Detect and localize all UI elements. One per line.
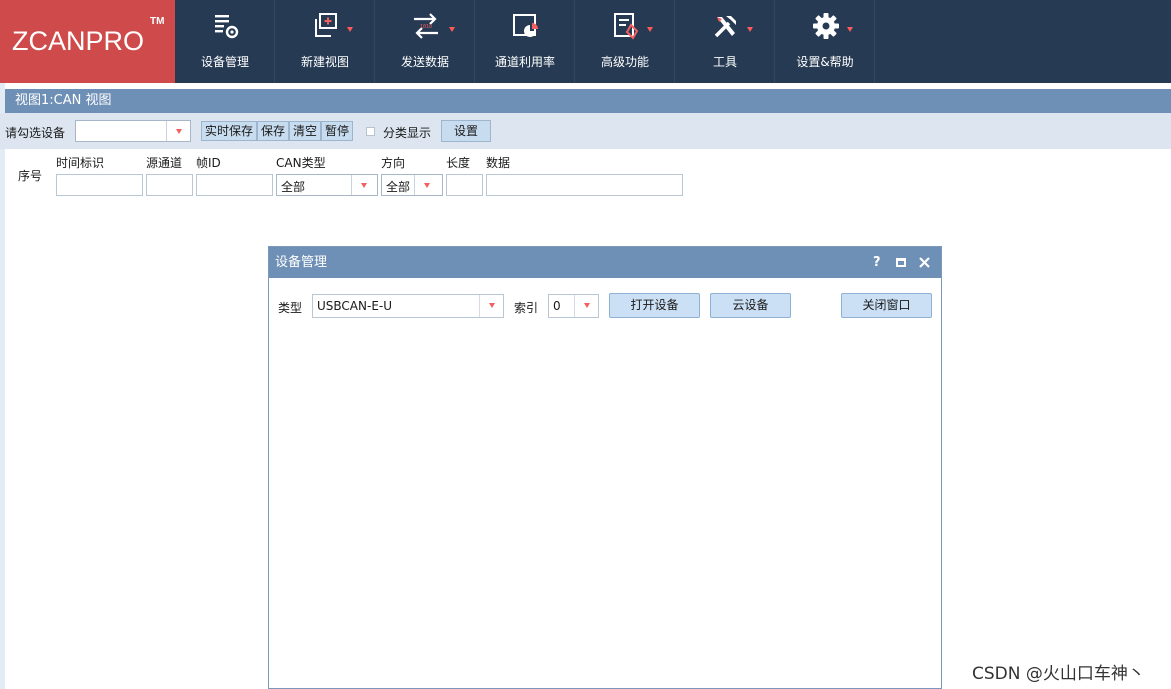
toolbar-label: 新建视图 xyxy=(300,55,349,69)
chevron-down-icon[interactable] xyxy=(574,295,598,317)
open-device-button[interactable]: 打开设备 xyxy=(609,293,700,318)
toolbar-send-data-button[interactable]: 1010 发送数据 xyxy=(375,0,475,83)
data-filter-input[interactable] xyxy=(486,174,683,196)
chevron-down-icon xyxy=(847,27,853,32)
category-display-label: 分类显示 xyxy=(383,126,432,140)
column-data: 数据 xyxy=(486,156,511,170)
chevron-down-icon[interactable] xyxy=(351,175,377,195)
device-index-select[interactable]: 0 xyxy=(548,294,599,318)
length-filter-input[interactable] xyxy=(446,174,483,196)
toolbar-label: 工具 xyxy=(712,55,737,69)
dialog-title-bar[interactable]: 设备管理 xyxy=(269,247,941,278)
toolbar-advanced-button[interactable]: 高级功能 xyxy=(575,0,675,83)
chevron-down-icon xyxy=(347,27,353,32)
device-type-select[interactable]: USBCAN-E-U xyxy=(312,294,504,318)
toolbar-label: 设置&帮助 xyxy=(796,55,854,69)
view-filter-bar: 请勾选设备 实时保存 保存 清空 暂停 分类显示 设置 xyxy=(0,113,1171,149)
column-index: 序号 xyxy=(18,169,43,183)
maximize-icon[interactable] xyxy=(896,258,906,267)
chevron-down-icon[interactable] xyxy=(414,175,442,195)
channel-usage-icon xyxy=(513,14,538,37)
logo-text: ZCANPRO xyxy=(12,26,145,56)
column-can-type: CAN类型 xyxy=(276,156,326,170)
chevron-down-icon xyxy=(449,27,455,32)
close-window-button[interactable]: 关闭窗口 xyxy=(841,293,932,318)
column-direction: 方向 xyxy=(381,156,406,170)
main-toolbar: ZCANPRO TM 设备管理 新建视图 1010 发送数据 通道利用率 高级功… xyxy=(0,0,1171,83)
gear-icon xyxy=(813,13,839,39)
column-frame-id: 帧ID xyxy=(196,156,221,170)
toolbar-label: 高级功能 xyxy=(600,55,649,69)
chevron-down-icon xyxy=(747,27,753,32)
toolbar-settings-help-button[interactable]: 设置&帮助 xyxy=(775,0,875,83)
column-length: 长度 xyxy=(446,156,471,170)
chevron-down-icon xyxy=(647,27,653,32)
device-type-value: USBCAN-E-U xyxy=(317,299,393,313)
category-display-checkbox[interactable] xyxy=(366,127,375,136)
can-type-filter-select[interactable]: 全部 xyxy=(276,174,378,196)
toolbar-label: 设备管理 xyxy=(200,55,249,69)
svg-text:1010: 1010 xyxy=(420,24,432,30)
logo-trademark: TM xyxy=(150,16,165,27)
device-index-value: 0 xyxy=(553,299,561,313)
help-icon[interactable]: ? xyxy=(873,247,881,278)
frame-id-filter-input[interactable] xyxy=(196,174,273,196)
select-device-label: 请勾选设备 xyxy=(5,126,66,140)
timestamp-filter-input[interactable] xyxy=(56,174,143,196)
toolbar-label: 通道利用率 xyxy=(494,55,555,69)
toolbar-label: 发送数据 xyxy=(400,55,449,69)
can-type-filter-value: 全部 xyxy=(281,180,306,194)
new-view-icon xyxy=(315,13,337,37)
chevron-down-icon[interactable] xyxy=(166,121,190,141)
toolbar-new-view-button[interactable]: 新建视图 xyxy=(275,0,375,83)
dialog-title: 设备管理 xyxy=(275,255,328,270)
close-icon[interactable] xyxy=(919,257,930,268)
realtime-save-button[interactable]: 实时保存 xyxy=(201,121,257,141)
device-manage-icon xyxy=(215,15,239,39)
device-management-dialog: 设备管理 ? 类型 USBCAN-E-U 索引 0 打开设备 云设备 关闭窗口 xyxy=(268,246,942,689)
tools-icon xyxy=(714,16,736,38)
send-data-icon: 1010 xyxy=(414,13,438,39)
toolbar-channel-usage-button[interactable]: 通道利用率 xyxy=(475,0,575,83)
toolbar-device-manage-button[interactable]: 设备管理 xyxy=(175,0,275,83)
watermark: CSDN @火山口车神丶 xyxy=(972,664,1145,684)
column-source-channel: 源通道 xyxy=(146,156,183,170)
advanced-icon xyxy=(614,13,639,40)
toolbar-tools-button[interactable]: 工具 xyxy=(675,0,775,83)
save-button[interactable]: 保存 xyxy=(257,121,289,141)
source-channel-filter-input[interactable] xyxy=(146,174,193,196)
app-logo: ZCANPRO TM xyxy=(0,0,175,83)
clear-button[interactable]: 清空 xyxy=(289,121,321,141)
column-timestamp: 时间标识 xyxy=(56,156,105,170)
device-select[interactable] xyxy=(75,120,191,142)
view-tab-title[interactable]: 视图1:CAN 视图 xyxy=(5,89,1171,113)
pause-button[interactable]: 暂停 xyxy=(321,121,353,141)
direction-filter-value: 全部 xyxy=(386,180,411,194)
index-label: 索引 xyxy=(514,301,539,315)
direction-filter-select[interactable]: 全部 xyxy=(381,174,443,196)
cloud-device-button[interactable]: 云设备 xyxy=(710,293,791,318)
chevron-down-icon[interactable] xyxy=(479,295,503,317)
type-label: 类型 xyxy=(278,301,303,315)
settings-button[interactable]: 设置 xyxy=(441,120,491,142)
